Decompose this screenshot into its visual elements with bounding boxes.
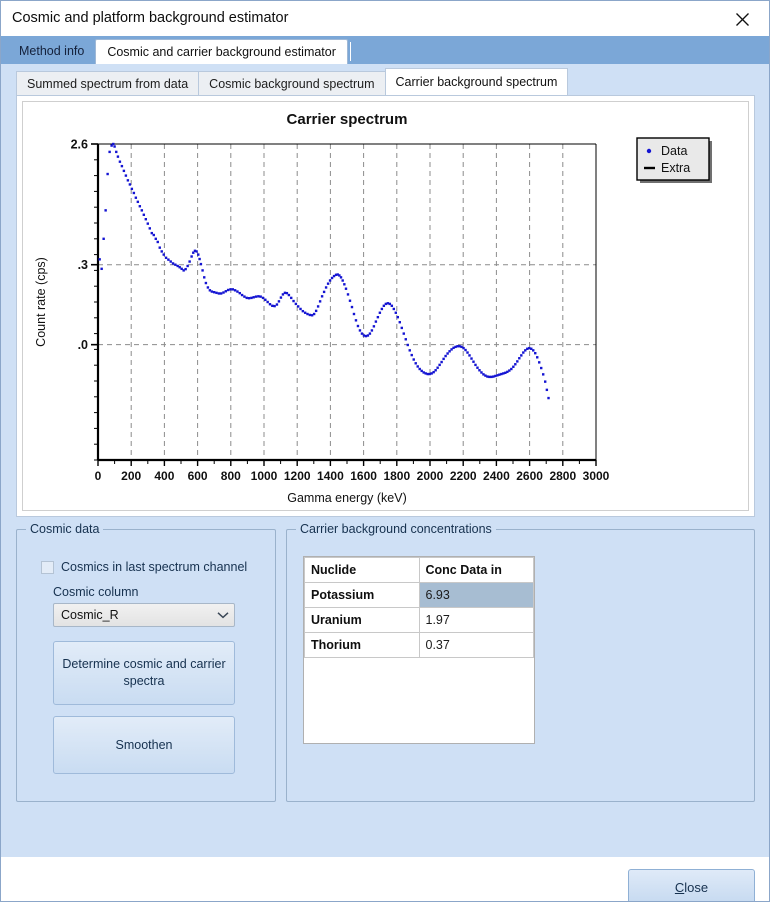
svg-text:3000: 3000 [583, 469, 610, 483]
svg-text:0: 0 [95, 469, 102, 483]
chart-frame: Carrier spectrum 0 200 400 600 800 1000 1200 140… [22, 101, 749, 511]
cell-nuclide-thorium: Thorium [305, 633, 420, 658]
svg-text:200: 200 [121, 469, 141, 483]
chevron-down-icon [212, 611, 234, 619]
cell-nuclide-uranium: Uranium [305, 608, 420, 633]
close-button-accel: C [675, 880, 684, 895]
cell-conc-potassium[interactable]: 6.93 [419, 583, 534, 608]
svg-text:Data: Data [661, 144, 687, 158]
svg-text:Carrier spectrum: Carrier spectrum [287, 111, 408, 128]
window-title: Cosmic and platform background estimator [1, 10, 288, 26]
svg-text:2000: 2000 [417, 469, 444, 483]
tab-cosmic-background-spectrum[interactable]: Cosmic background spectrum [198, 71, 385, 95]
tab-page-cosmic-carrier: Summed spectrum from data Cosmic backgro… [1, 64, 769, 857]
svg-text:.0: .0 [78, 338, 88, 352]
bottom-panels: Cosmic data Cosmics in last spectrum cha… [1, 517, 769, 802]
cosmics-last-channel-checkbox[interactable] [41, 561, 54, 574]
close-x-icon[interactable] [727, 7, 757, 31]
tab-separator [350, 42, 351, 61]
tab-carrier-background-spectrum[interactable]: Carrier background spectrum [385, 68, 569, 95]
svg-text:2800: 2800 [549, 469, 576, 483]
svg-text:1600: 1600 [350, 469, 377, 483]
tab-summed-spectrum-from-data[interactable]: Summed spectrum from data [16, 71, 199, 95]
svg-text:2.6: 2.6 [71, 138, 88, 152]
column-header-nuclide: Nuclide [305, 558, 420, 583]
determine-spectra-button[interactable]: Determine cosmic and carrier spectra [53, 641, 235, 705]
carrier-concentrations-table[interactable]: Nuclide Conc Data in Potassium 6.93 Uran… [303, 556, 535, 744]
cosmics-last-channel-label: Cosmics in last spectrum channel [61, 560, 247, 574]
cosmic-column-select[interactable]: Cosmic_R [53, 603, 235, 627]
svg-text:600: 600 [188, 469, 208, 483]
svg-text:800: 800 [221, 469, 241, 483]
inner-tab-strip: Summed spectrum from data Cosmic backgro… [1, 64, 769, 95]
svg-text:2400: 2400 [483, 469, 510, 483]
svg-text:2600: 2600 [516, 469, 543, 483]
outer-tab-strip: Method info Cosmic and carrier backgroun… [1, 36, 769, 64]
cosmics-last-channel-row[interactable]: Cosmics in last spectrum channel [41, 560, 265, 574]
column-header-conc: Conc Data in [419, 558, 534, 583]
carrier-spectrum-chart: Carrier spectrum 0 200 400 600 800 1000 1200 140… [23, 102, 751, 512]
group-carrier-concentrations-title: Carrier background concentrations [296, 522, 496, 536]
dialog-window: Cosmic and platform background estimator… [0, 0, 770, 902]
svg-text:1800: 1800 [383, 469, 410, 483]
group-cosmic-data: Cosmic data Cosmics in last spectrum cha… [16, 529, 276, 802]
close-button[interactable]: Close [628, 869, 755, 902]
cosmic-column-value: Cosmic_R [54, 608, 212, 622]
chart-card: Carrier spectrum 0 200 400 600 800 1000 1200 140… [16, 95, 755, 517]
table-header-row: Nuclide Conc Data in [305, 558, 534, 583]
svg-text:400: 400 [154, 469, 174, 483]
svg-text:1000: 1000 [251, 469, 278, 483]
cell-conc-uranium[interactable]: 1.97 [419, 608, 534, 633]
svg-text:Gamma energy (keV): Gamma energy (keV) [287, 491, 406, 505]
table-row[interactable]: Potassium 6.93 [305, 583, 534, 608]
tab-cosmic-carrier-estimator[interactable]: Cosmic and carrier background estimator [95, 39, 348, 64]
table-row[interactable]: Thorium 0.37 [305, 633, 534, 658]
svg-text:2200: 2200 [450, 469, 477, 483]
tab-method-info[interactable]: Method info [8, 39, 95, 64]
svg-text:1200: 1200 [284, 469, 311, 483]
svg-text:1400: 1400 [317, 469, 344, 483]
title-bar: Cosmic and platform background estimator [1, 1, 769, 36]
smoothen-button[interactable]: Smoothen [53, 716, 235, 774]
cell-conc-thorium[interactable]: 0.37 [419, 633, 534, 658]
group-cosmic-data-title: Cosmic data [26, 522, 103, 536]
svg-text:.3: .3 [78, 258, 88, 272]
dialog-footer: Close [1, 857, 769, 902]
table-row[interactable]: Uranium 1.97 [305, 608, 534, 633]
svg-text:Extra: Extra [661, 161, 690, 175]
group-carrier-concentrations: Carrier background concentrations Nuclid… [286, 529, 755, 802]
close-button-label: lose [684, 880, 708, 895]
cosmic-column-label: Cosmic column [53, 585, 265, 599]
svg-text:Count rate (cps): Count rate (cps) [34, 257, 48, 347]
cell-nuclide-potassium: Potassium [305, 583, 420, 608]
